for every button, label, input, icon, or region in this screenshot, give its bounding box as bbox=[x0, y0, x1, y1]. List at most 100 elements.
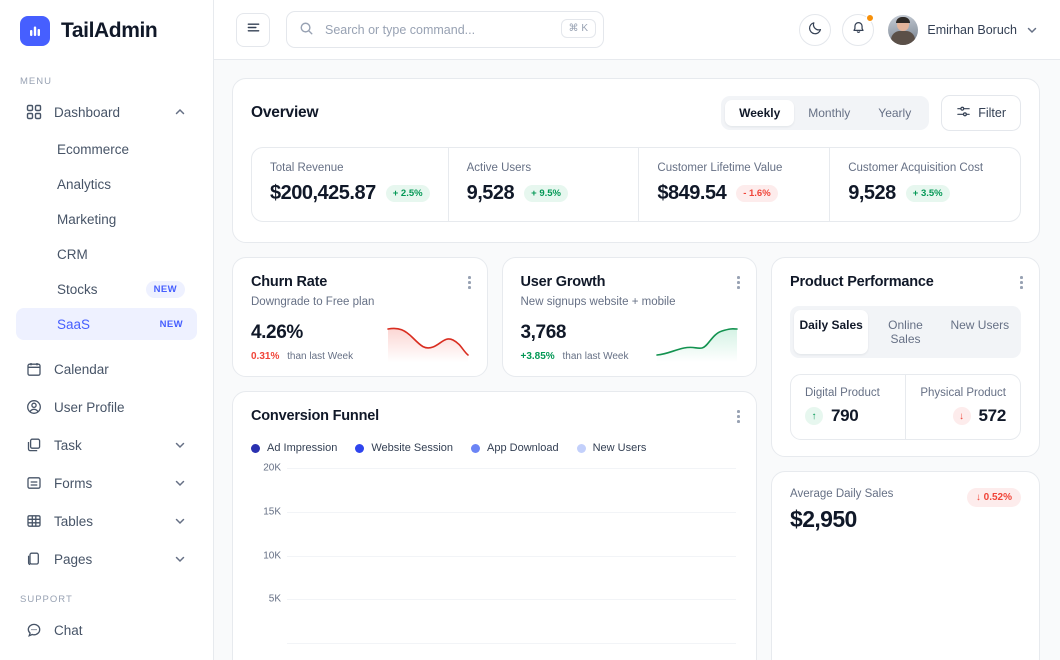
kebab-menu-icon[interactable] bbox=[468, 276, 471, 289]
kpi-customer-acquisition-cost: Customer Acquisition Cost 9,528 + 3.5% bbox=[830, 148, 1020, 221]
legend-label: App Download bbox=[487, 442, 559, 454]
physical-product-stat: Physical Product ↓ 572 bbox=[906, 375, 1020, 439]
tab-new-users[interactable]: New Users bbox=[943, 310, 1017, 354]
sidebar-item-task[interactable]: Task bbox=[16, 428, 197, 462]
growth-value: 3,768 bbox=[521, 322, 629, 344]
sidebar-item-calendar[interactable]: Calendar bbox=[16, 352, 197, 386]
sidebar-item-label: Forms bbox=[54, 476, 162, 491]
notifications-button[interactable] bbox=[842, 14, 874, 46]
sidebar-item-marketing[interactable]: Marketing bbox=[16, 203, 197, 235]
kpi-label: Customer Lifetime Value bbox=[657, 162, 811, 174]
sidebar-item-label: Ecommerce bbox=[57, 142, 185, 157]
search-input[interactable] bbox=[286, 11, 604, 48]
kpi-delta-badge: - 1.6% bbox=[736, 185, 777, 202]
legend-swatch bbox=[251, 444, 260, 453]
user-menu[interactable]: Emirhan Boruch bbox=[888, 15, 1038, 45]
left-column: Churn Rate Downgrade to Free plan 4.26% … bbox=[232, 257, 757, 660]
calendar-icon bbox=[24, 360, 43, 379]
card-title: Product Performance bbox=[790, 274, 1021, 290]
sidebar-item-crm[interactable]: CRM bbox=[16, 238, 197, 270]
kpi-total-revenue: Total Revenue $200,425.87 + 2.5% bbox=[252, 148, 449, 221]
search-shortcut-badge: ⌘ K bbox=[561, 19, 596, 38]
hamburger-icon bbox=[246, 20, 261, 40]
filter-button-label: Filter bbox=[978, 106, 1006, 120]
new-badge: NEW bbox=[146, 281, 185, 298]
sidebar-item-ecommerce[interactable]: Ecommerce bbox=[16, 133, 197, 165]
sidebar-item-label: Stocks bbox=[57, 282, 146, 297]
sidebar-item-forms[interactable]: Forms bbox=[16, 466, 197, 500]
period-monthly-button[interactable]: Monthly bbox=[794, 100, 864, 126]
page-title: Overview bbox=[251, 104, 318, 122]
period-yearly-button[interactable]: Yearly bbox=[864, 100, 925, 126]
chevron-down-icon bbox=[1026, 24, 1038, 36]
legend-label: New Users bbox=[593, 442, 647, 454]
ads-value: $2,950 bbox=[790, 506, 893, 533]
growth-sparkline bbox=[656, 324, 738, 362]
legend-item[interactable]: New Users bbox=[577, 442, 647, 454]
brand-name: TailAdmin bbox=[61, 19, 157, 43]
sidebar-item-label: Marketing bbox=[57, 212, 185, 227]
main-area: ⌘ K Emirhan Boruch bbox=[214, 0, 1060, 660]
kebab-menu-icon[interactable] bbox=[737, 410, 740, 423]
brand-logo[interactable]: TailAdmin bbox=[16, 0, 197, 62]
bar-chart-logo-icon bbox=[20, 16, 50, 46]
legend-item[interactable]: App Download bbox=[471, 442, 559, 454]
y-tick-label: 20K bbox=[263, 463, 281, 474]
sidebar-item-label: SaaS bbox=[57, 317, 158, 332]
tab-online-sales[interactable]: Online Sales bbox=[868, 310, 942, 354]
product-split: Digital Product ↑ 790 Physical Product ↓… bbox=[790, 374, 1021, 440]
kpi-value: 9,528 bbox=[848, 182, 896, 205]
sidebar-item-label: CRM bbox=[57, 247, 185, 262]
filter-button[interactable]: Filter bbox=[941, 95, 1021, 131]
churn-delta-suffix: than last Week bbox=[287, 351, 353, 362]
overview-card: Overview Weekly Monthly Yearly Filter bbox=[232, 78, 1040, 243]
support-section-label: SUPPORT bbox=[16, 580, 197, 613]
sidebar-item-email[interactable]: Email bbox=[16, 651, 197, 660]
sidebar-item-analytics[interactable]: Analytics bbox=[16, 168, 197, 200]
topbar-right: Emirhan Boruch bbox=[799, 14, 1038, 46]
ads-bar-chart bbox=[790, 555, 1021, 660]
arrow-down-icon: ↓ bbox=[953, 407, 971, 425]
legend-label: Website Session bbox=[371, 442, 453, 454]
ads-label: Average Daily Sales bbox=[790, 488, 893, 500]
kebab-menu-icon[interactable] bbox=[1020, 276, 1023, 289]
chevron-down-icon bbox=[173, 476, 187, 490]
sidebar-item-saas[interactable]: SaaS NEW bbox=[16, 308, 197, 340]
sidebar-item-chat[interactable]: Chat bbox=[16, 613, 197, 647]
new-badge: NEW bbox=[158, 316, 185, 333]
average-daily-sales-card: Average Daily Sales $2,950 ↓ 0.52% bbox=[771, 471, 1040, 660]
ads-delta-arrow: ↓ bbox=[976, 492, 981, 503]
legend-item[interactable]: Website Session bbox=[355, 442, 453, 454]
kebab-menu-icon[interactable] bbox=[737, 276, 740, 289]
stat-label: Digital Product bbox=[805, 387, 891, 399]
dashboard-content: Overview Weekly Monthly Yearly Filter bbox=[214, 60, 1060, 660]
kpi-label: Active Users bbox=[467, 162, 621, 174]
y-tick-label: 15K bbox=[263, 506, 281, 517]
kpi-delta-badge: + 2.5% bbox=[386, 185, 430, 202]
right-column: Product Performance Daily Sales Online S… bbox=[771, 257, 1040, 660]
tab-daily-sales[interactable]: Daily Sales bbox=[794, 310, 868, 354]
sidebar-toggle-button[interactable] bbox=[236, 13, 270, 47]
period-weekly-button[interactable]: Weekly bbox=[725, 100, 794, 126]
pages-icon bbox=[24, 550, 43, 569]
copy-icon bbox=[24, 436, 43, 455]
sidebar-item-label: Dashboard bbox=[54, 105, 162, 120]
theme-toggle-button[interactable] bbox=[799, 14, 831, 46]
stat-label: Physical Product bbox=[920, 387, 1006, 399]
sidebar-item-dashboard[interactable]: Dashboard bbox=[16, 95, 197, 129]
product-performance-card: Product Performance Daily Sales Online S… bbox=[771, 257, 1040, 457]
sidebar-item-tables[interactable]: Tables bbox=[16, 504, 197, 538]
sidebar-item-pages[interactable]: Pages bbox=[16, 542, 197, 576]
legend-item[interactable]: Ad Impression bbox=[251, 442, 337, 454]
kpi-delta-badge: + 9.5% bbox=[524, 185, 568, 202]
kpi-customer-lifetime-value: Customer Lifetime Value $849.54 - 1.6% bbox=[639, 148, 830, 221]
sidebar: TailAdmin MENU Dashboard Ecommerce Analy… bbox=[0, 0, 214, 660]
card-title: Conversion Funnel bbox=[251, 408, 738, 424]
sidebar-item-stocks[interactable]: Stocks NEW bbox=[16, 273, 197, 305]
conversion-funnel-card: Conversion Funnel Ad Impression Website … bbox=[232, 391, 757, 660]
avatar bbox=[888, 15, 918, 45]
churn-value: 4.26% bbox=[251, 322, 353, 344]
sidebar-item-user-profile[interactable]: User Profile bbox=[16, 390, 197, 424]
notification-indicator-dot bbox=[866, 14, 874, 22]
mid-row: Churn Rate Downgrade to Free plan 4.26% … bbox=[232, 257, 1040, 660]
